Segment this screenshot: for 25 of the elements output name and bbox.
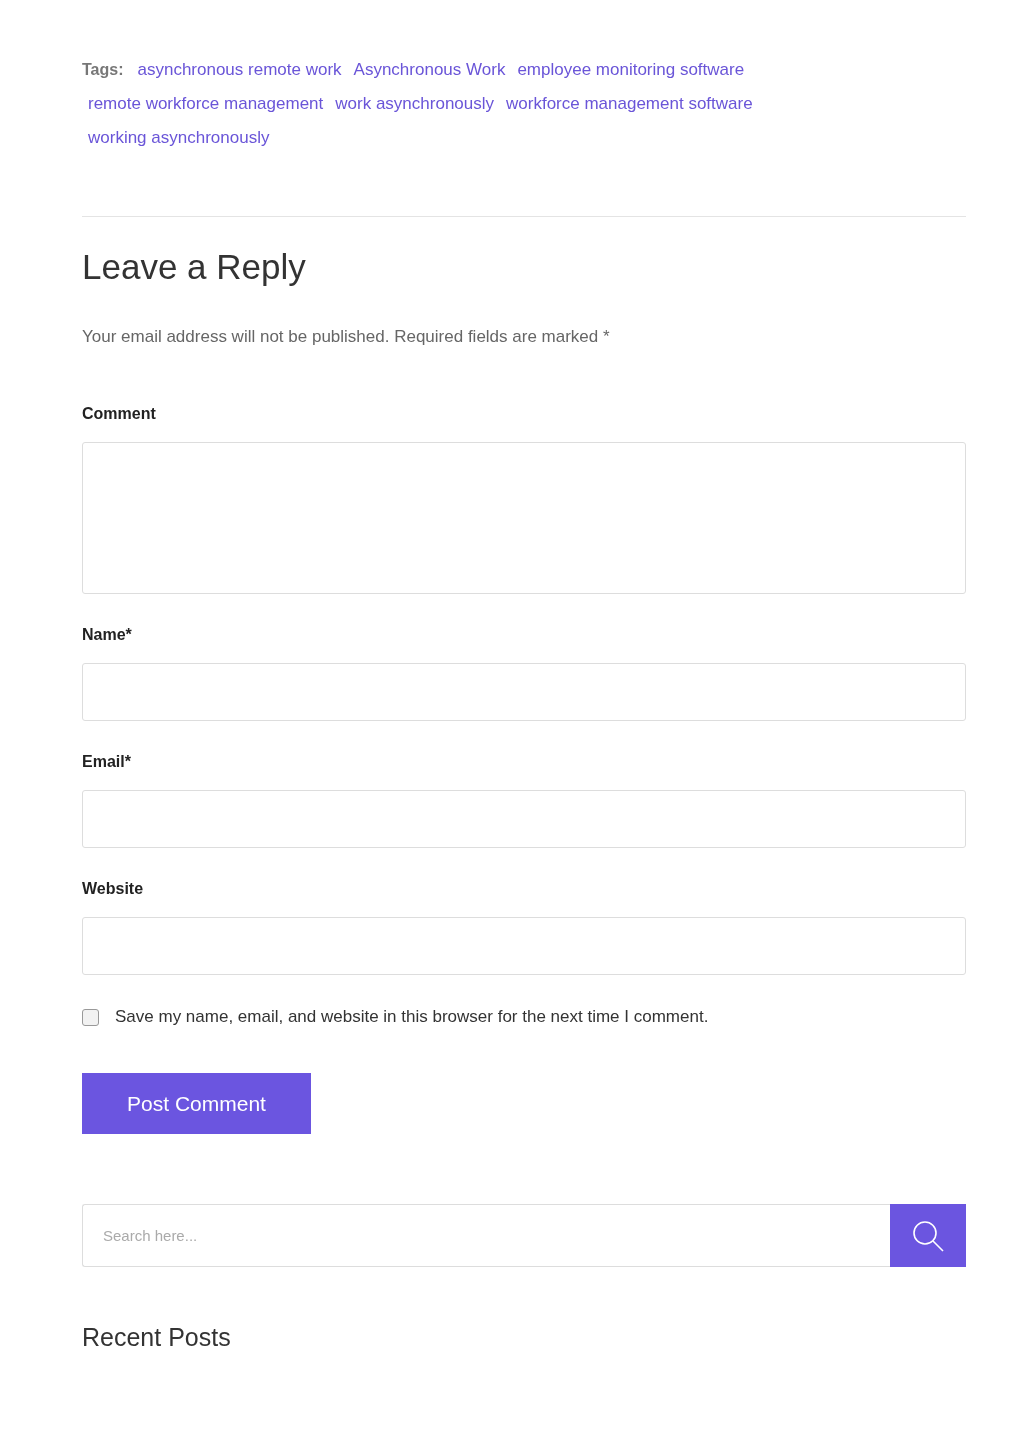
- comment-field[interactable]: [82, 442, 966, 594]
- search-icon: [911, 1218, 945, 1253]
- tag-link[interactable]: asynchronous remote work: [137, 60, 342, 80]
- field-label: Email*: [82, 753, 132, 771]
- consent-checkbox[interactable]: [82, 1008, 99, 1026]
- post-comment-button[interactable]: Post Comment: [82, 1073, 311, 1134]
- input-field[interactable]: [82, 663, 966, 721]
- reply-heading: Leave a Reply: [82, 247, 307, 287]
- tag-link[interactable]: workforce management software: [506, 94, 753, 114]
- field-label: Website: [82, 880, 145, 898]
- input-field[interactable]: [82, 790, 966, 848]
- recent-posts-heading: Recent Posts: [82, 1323, 232, 1352]
- tag-link[interactable]: employee monitoring software: [517, 60, 745, 80]
- search-field[interactable]: Search here...: [82, 1204, 890, 1267]
- field-label: Name*: [82, 626, 133, 644]
- field-label: Comment: [82, 405, 157, 423]
- search-button[interactable]: [890, 1204, 966, 1267]
- required-note: Your email address will not be published. Required fields are marked *: [82, 327, 611, 347]
- tag-link[interactable]: Asynchronous Work: [353, 60, 506, 80]
- tag-link[interactable]: working asynchronously: [88, 128, 270, 148]
- consent-label: Save my name, email, and website in this browser for the next time I comment.: [115, 1007, 709, 1027]
- tag-link[interactable]: remote workforce management: [88, 94, 324, 114]
- input-field[interactable]: [82, 917, 966, 975]
- tags-label: Tags:: [82, 61, 124, 79]
- tag-link[interactable]: work asynchronously: [335, 94, 495, 114]
